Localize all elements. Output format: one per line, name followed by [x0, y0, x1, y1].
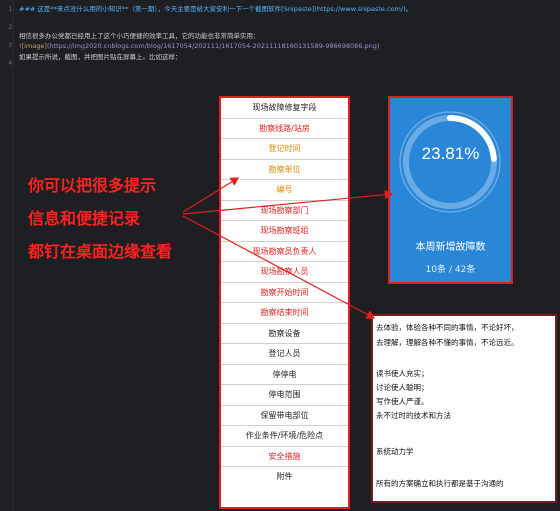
table-row: 现场勘察部门 — [221, 201, 348, 221]
table-row: 作业条件/环境/危险点 — [221, 426, 348, 447]
note-line: 读书使人充实； — [376, 369, 429, 378]
table-row: 登记人员 — [221, 344, 348, 365]
note-line: 永不过时的技术和方法 — [376, 411, 451, 420]
table-row: 勘察结束时间 — [221, 303, 348, 324]
table-row: 安全措施 — [221, 447, 348, 467]
table-row: 登记时间 — [221, 139, 348, 160]
callout-line-3: 都钉在桌面边缘查看 — [28, 242, 173, 261]
callout-line-1: 你可以把很多提示 — [28, 176, 157, 195]
note-line: 讨论使人聪明； — [376, 383, 429, 392]
editor-line-2[interactable]: 相信很多办公党都已经用上了这个小巧便捷的效率工具，它的功能也非常简单实用： — [19, 32, 260, 41]
image-markdown: ![image] — [19, 42, 47, 50]
pinned-note-screenshot[interactable]: 去体验，体验各种不同的事情，不论好坏， 去理解，理解各种不懂的事情，不论远近。 … — [371, 314, 557, 503]
table-row: 停停电 — [221, 365, 348, 385]
line-number-gutter: 1 2 3 4 — [0, 0, 14, 511]
table-row: 勘察开始时间 — [221, 283, 348, 303]
table-row: 现场故障修复字段 — [221, 98, 348, 119]
table-row: 现场勘察员负责人 — [221, 242, 348, 262]
note-line: 写作使人严谨。 — [376, 397, 429, 406]
line-number: 1 — [8, 6, 12, 13]
note-line: 去理解，理解各种不懂的事情，不论远近。 — [376, 338, 519, 347]
note-line: 系统动力学 — [376, 447, 414, 456]
table-row: 现场勘察班组 — [221, 221, 348, 242]
note-line: 所有的方案确立和执行都是基于沟通的 — [376, 479, 504, 488]
table-row: 勘察线路/站房 — [221, 119, 348, 139]
table-row: 保留带电部位 — [221, 406, 348, 426]
callout-line-2: 信息和便捷记录 — [28, 209, 141, 228]
gauge-count: 10条 / 42条 — [425, 265, 476, 275]
gauge-title: 本周新增故障数 — [415, 242, 486, 253]
table-row: 勘察设备 — [221, 324, 348, 344]
editor-line-3[interactable]: ![image](https://img2020.cnblogs.com/blo… — [19, 42, 379, 51]
table-row: 编号 — [221, 180, 348, 201]
pinned-gauge-card[interactable]: 23.81% 本周新增故障数 10条 / 42条 — [388, 96, 513, 284]
note-line: 去体验，体验各种不同的事情，不论好坏， — [376, 323, 519, 332]
table-row: 附件 — [276, 472, 293, 481]
gauge-percent: 23.81% — [421, 144, 480, 163]
gauge-ring — [399, 111, 501, 213]
editor-line-4[interactable]: 如果提示所说，截图，并把图片贴在屏幕上。比如这样： — [19, 53, 182, 62]
pinned-table-screenshot[interactable]: 现场故障修复字段 勘察线路/站房 登记时间 勘察单位 编号 现场勘察部门 现场勘察班组 现场勘… — [219, 96, 350, 509]
line-number: 3 — [8, 42, 12, 49]
line-number: 2 — [8, 24, 12, 31]
table-row: 停电范围 — [221, 385, 348, 406]
editor-line-1[interactable]: ### 这是**来点没什么用的小知识**（第一期），今天主要是给大家安利一下一个… — [19, 5, 412, 14]
table-row: 勘察单位 — [221, 160, 348, 180]
image-url: (https://img2020.cnblogs.com/blog/161705… — [46, 42, 380, 50]
table-row: 现场勘察人员 — [221, 262, 348, 283]
line-number: 4 — [8, 60, 12, 67]
